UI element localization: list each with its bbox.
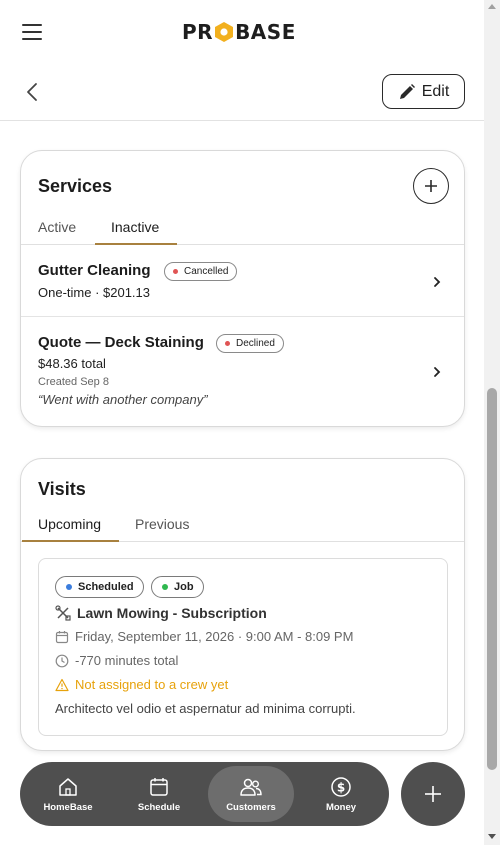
tab-inactive[interactable]: Inactive — [95, 215, 177, 245]
service-detail: One-time · $201.13 — [38, 285, 151, 300]
visit-duration-text: -770 minutes total — [75, 653, 179, 668]
tab-previous[interactable]: Previous — [119, 512, 205, 542]
visits-title: Visits — [38, 479, 86, 499]
create-fab-button[interactable] — [401, 762, 465, 826]
chevron-right-icon — [434, 277, 441, 287]
services-tabs: Active Inactive — [21, 215, 464, 245]
service-detail: $48.36 total — [38, 356, 106, 371]
visit-service: Lawn Mowing - Subscription — [55, 605, 267, 621]
service-name: Gutter Cleaning — [38, 262, 151, 279]
service-row-deck-staining[interactable]: Quote — Deck Staining Declined $48.36 to… — [21, 317, 464, 426]
nav-customers[interactable]: Customers — [208, 766, 294, 822]
service-note: “Went with another company” — [38, 392, 208, 407]
nav-schedule[interactable]: Schedule — [114, 762, 204, 826]
edit-label: Edit — [421, 82, 450, 100]
logo-text-left: PR — [182, 20, 214, 44]
visits-card: Visits Upcoming Previous Scheduled Job L… — [20, 458, 465, 751]
calendar-icon — [150, 777, 168, 796]
status-dot — [225, 341, 230, 346]
chevron-left-icon — [27, 83, 37, 101]
logo-hex-icon — [215, 22, 234, 42]
crew-warning: Not assigned to a crew yet — [55, 677, 228, 692]
nav-label: Money — [325, 801, 357, 813]
page-toolbar: Edit — [0, 64, 484, 121]
warning-icon — [55, 678, 69, 691]
visit-datetime: Friday, September 11, 2026 · 9:00 AM - 8… — [55, 629, 353, 644]
visit-datetime-text: Friday, September 11, 2026 · 9:00 AM - 8… — [75, 629, 354, 644]
users-icon — [240, 778, 262, 796]
tools-icon — [55, 605, 71, 621]
plus-icon — [425, 180, 437, 192]
add-service-button[interactable] — [413, 168, 449, 204]
visit-item[interactable]: Scheduled Job Lawn Mowing - Subscription… — [38, 558, 448, 736]
tab-active[interactable]: Active — [22, 215, 92, 245]
app-header: PR BASE — [0, 0, 484, 64]
services-title: Services — [38, 176, 113, 196]
edit-button[interactable]: Edit — [382, 74, 465, 109]
clock-icon — [55, 654, 69, 667]
bottom-nav: HomeBase Schedule Customers $ Money — [20, 762, 389, 826]
probase-logo[interactable]: PR BASE — [182, 20, 296, 44]
service-created: Created Sep 8 — [38, 376, 109, 388]
status-badge: Cancelled — [164, 262, 238, 281]
nav-money[interactable]: $ Money — [296, 762, 386, 826]
nav-homebase[interactable]: HomeBase — [23, 762, 113, 826]
nav-label: Schedule — [137, 801, 181, 813]
crew-warning-text: Not assigned to a crew yet — [75, 677, 229, 692]
status-badge-label: Declined — [236, 338, 275, 349]
status-badge-label: Cancelled — [184, 266, 229, 277]
service-row-gutter-cleaning[interactable]: Gutter Cleaning Cancelled One-time · $20… — [21, 245, 464, 317]
logo-text-right: BASE — [235, 20, 296, 44]
status-dot — [162, 584, 168, 590]
vertical-scrollbar[interactable] — [484, 0, 500, 845]
hamburger-icon[interactable] — [22, 24, 42, 40]
scroll-up-arrow-icon[interactable] — [488, 4, 496, 9]
tab-upcoming[interactable]: Upcoming — [22, 512, 119, 542]
plus-icon — [425, 786, 441, 802]
calendar-icon — [55, 630, 69, 643]
service-name: Quote — Deck Staining — [38, 334, 204, 351]
status-badge: Declined — [216, 334, 284, 353]
visit-description: Architecto vel odio et aspernatur ad min… — [55, 701, 356, 716]
scroll-down-arrow-icon[interactable] — [488, 834, 496, 839]
scrollbar-thumb[interactable] — [487, 388, 497, 770]
visit-duration: -770 minutes total — [55, 653, 178, 668]
back-button[interactable] — [22, 81, 44, 103]
chevron-right-icon — [434, 367, 441, 377]
badge-label: Scheduled — [78, 581, 134, 593]
status-dot — [66, 584, 72, 590]
pencil-icon — [399, 83, 415, 99]
services-card: Services Active Inactive Gutter Cleaning… — [20, 150, 465, 427]
svg-text:$: $ — [337, 780, 345, 794]
scheduled-badge: Scheduled — [55, 576, 144, 598]
nav-label: HomeBase — [43, 801, 93, 813]
badge-label: Job — [174, 581, 194, 593]
visits-tabs: Upcoming Previous — [21, 512, 464, 542]
dollar-icon: $ — [331, 776, 351, 797]
nav-label: Customers — [226, 801, 276, 813]
home-icon — [59, 777, 77, 796]
visit-service-name: Lawn Mowing - Subscription — [77, 605, 267, 621]
job-badge: Job — [151, 576, 204, 598]
status-dot — [173, 269, 178, 274]
